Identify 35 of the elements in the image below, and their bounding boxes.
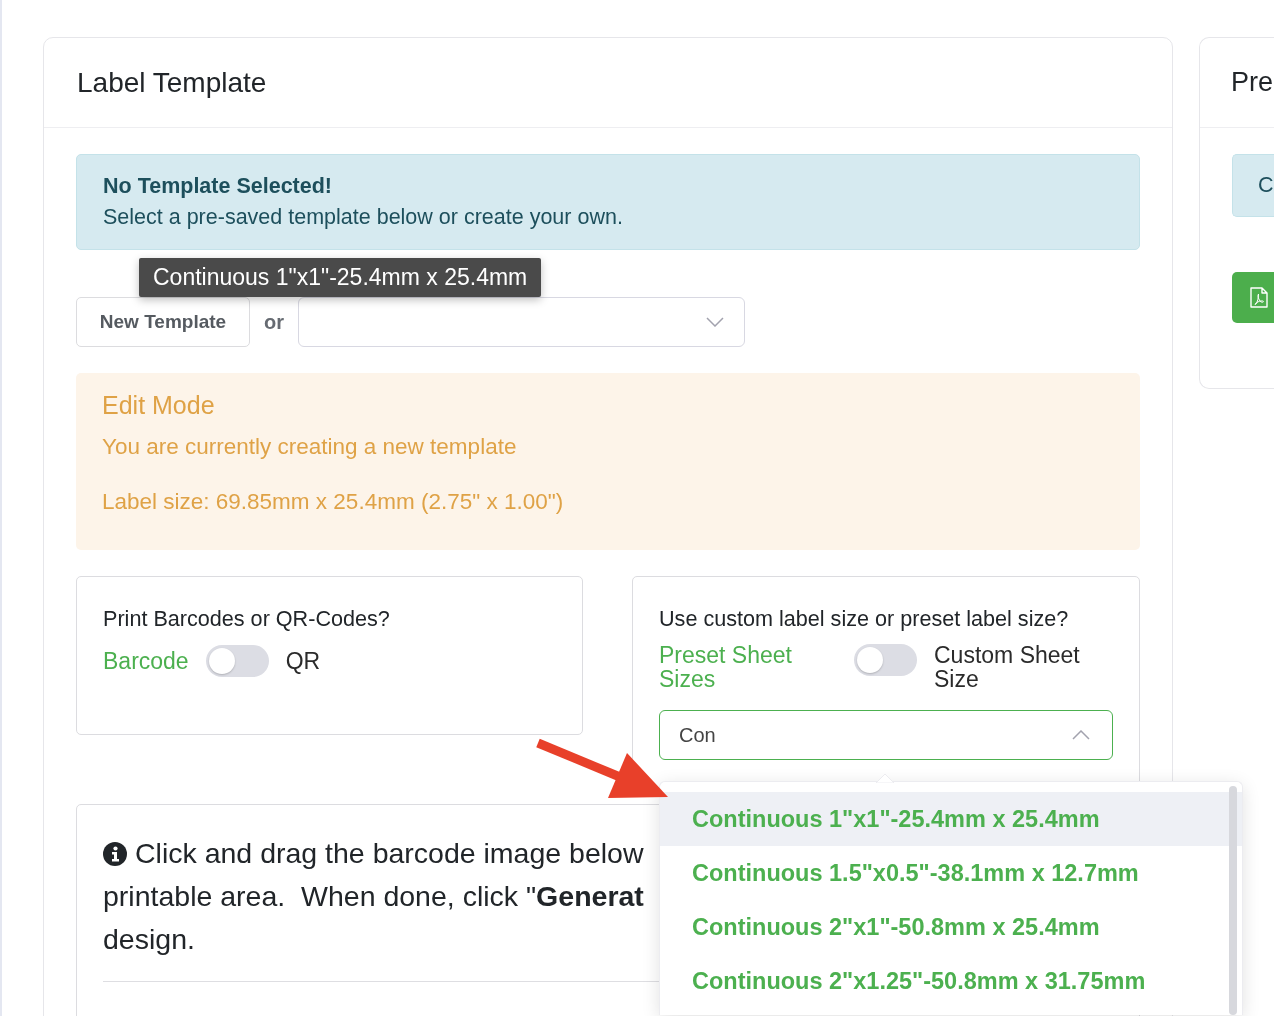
or-label: or [264, 310, 284, 334]
dropdown-option[interactable]: Continuous 2"x1.25"-50.8mm x 31.75mm [660, 954, 1242, 1008]
info-icon [103, 841, 127, 866]
dropdown-option[interactable]: Continuous 1.5"x0.5"-38.1mm x 12.7mm [660, 846, 1242, 900]
alert-heading: No Template Selected! [103, 173, 333, 200]
select-value: Con [679, 723, 716, 747]
file-icon [1250, 287, 1268, 308]
question-text: Use custom label size or preset label size? [659, 607, 1070, 631]
toggle-label: Preset Sheet Sizes [659, 643, 793, 691]
alert-text: Label size: 69.85mm x 25.4mm (2.75" x 1.00") [102, 488, 565, 516]
dropdown-option[interactable]: Continuous 2"x1"-50.8mm x 25.4mm [660, 900, 1242, 954]
chevron-down-icon [706, 317, 724, 327]
instruction-text: printable area. When done, click "Generat [103, 879, 644, 914]
scrollbar[interactable] [1229, 786, 1237, 1015]
card-title: Pre [1231, 67, 1274, 98]
tooltip: Continuous 1"x1"-25.4mm x 25.4mm [139, 258, 542, 297]
toggle-switch[interactable] [205, 645, 269, 677]
card-title: Label Template [77, 66, 267, 99]
toggle-label: QR [285, 648, 321, 673]
instruction-text: design. [103, 922, 195, 957]
alert-text: Select a pre-saved template below or create your own. [103, 204, 624, 231]
new-template-button[interactable]: New Template [76, 297, 250, 347]
toggle-switch[interactable] [854, 644, 917, 676]
alert-text: You are currently creating a new template [102, 433, 518, 461]
alert-heading: Edit Mode [102, 390, 216, 420]
toggle-label: Custom Sheet Size [933, 643, 1081, 691]
dropdown-option[interactable]: Continuous 1"x1"-25.4mm x 25.4mm [660, 792, 1242, 846]
toggle-label: Barcode [103, 648, 189, 673]
chevron-up-icon [1072, 730, 1090, 740]
template-select[interactable] [298, 297, 745, 347]
info-alert: C [1232, 154, 1274, 217]
pdf-button[interactable] [1232, 272, 1274, 323]
instruction-text: Click and drag the barcode image below [135, 836, 644, 871]
question-text: Print Barcodes or QR-Codes? [103, 607, 391, 631]
size-select[interactable]: Con [659, 710, 1113, 760]
